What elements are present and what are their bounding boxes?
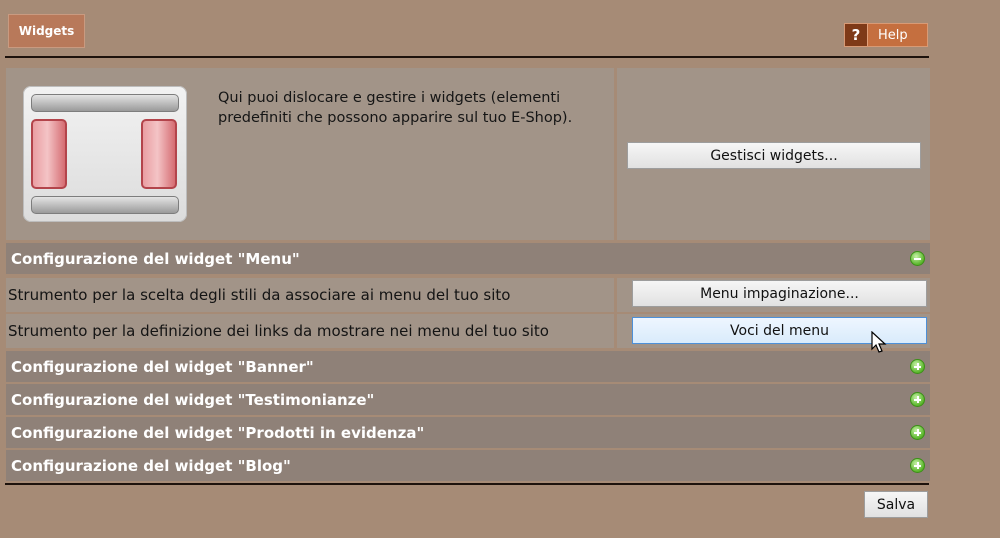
help-button[interactable]: ? Help <box>844 23 928 47</box>
intro-description: Qui puoi dislocare e gestire i widgets (… <box>218 90 573 126</box>
row-description: Strumento per la definizione dei links d… <box>8 322 549 340</box>
section-title: Configurazione del widget "Testimonianze… <box>11 390 375 409</box>
tab-widgets[interactable]: Widgets <box>8 14 85 48</box>
section-header-banner[interactable]: Configurazione del widget "Banner" <box>6 351 930 382</box>
help-icon: ? <box>845 24 868 46</box>
bottom-divider <box>5 483 929 485</box>
layout-header-bar <box>31 94 179 112</box>
menu-row-styles: Strumento per la scelta degli stili da a… <box>6 278 614 312</box>
layout-right-column <box>141 119 177 189</box>
expand-icon[interactable] <box>910 359 925 374</box>
save-button[interactable]: Salva <box>864 491 928 518</box>
layout-left-column <box>31 119 67 189</box>
section-title: Configurazione del widget "Menu" <box>11 249 300 268</box>
menu-layout-button[interactable]: Menu impaginazione... <box>632 280 927 307</box>
row-description: Strumento per la scelta degli stili da a… <box>8 286 511 304</box>
section-title: Configurazione del widget "Prodotti in e… <box>11 423 425 442</box>
menu-row-links: Strumento per la definizione dei links d… <box>6 314 614 348</box>
section-header-testimonianze[interactable]: Configurazione del widget "Testimonianze… <box>6 384 930 415</box>
section-header-blog[interactable]: Configurazione del widget "Blog" <box>6 450 930 481</box>
section-title: Configurazione del widget "Blog" <box>11 456 291 475</box>
expand-icon[interactable] <box>910 458 925 473</box>
section-header-prodotti-in-evidenza[interactable]: Configurazione del widget "Prodotti in e… <box>6 417 930 448</box>
section-header-menu[interactable]: Configurazione del widget "Menu" <box>6 243 930 274</box>
expand-icon[interactable] <box>910 425 925 440</box>
expand-icon[interactable] <box>910 392 925 407</box>
manage-widgets-button[interactable]: Gestisci widgets... <box>627 142 921 169</box>
help-label: Help <box>878 27 908 43</box>
section-title: Configurazione del widget "Banner" <box>11 357 314 376</box>
widgets-layout-illustration <box>23 86 187 222</box>
collapse-icon[interactable] <box>910 251 925 266</box>
top-divider <box>5 56 929 58</box>
layout-footer-bar <box>31 196 179 214</box>
